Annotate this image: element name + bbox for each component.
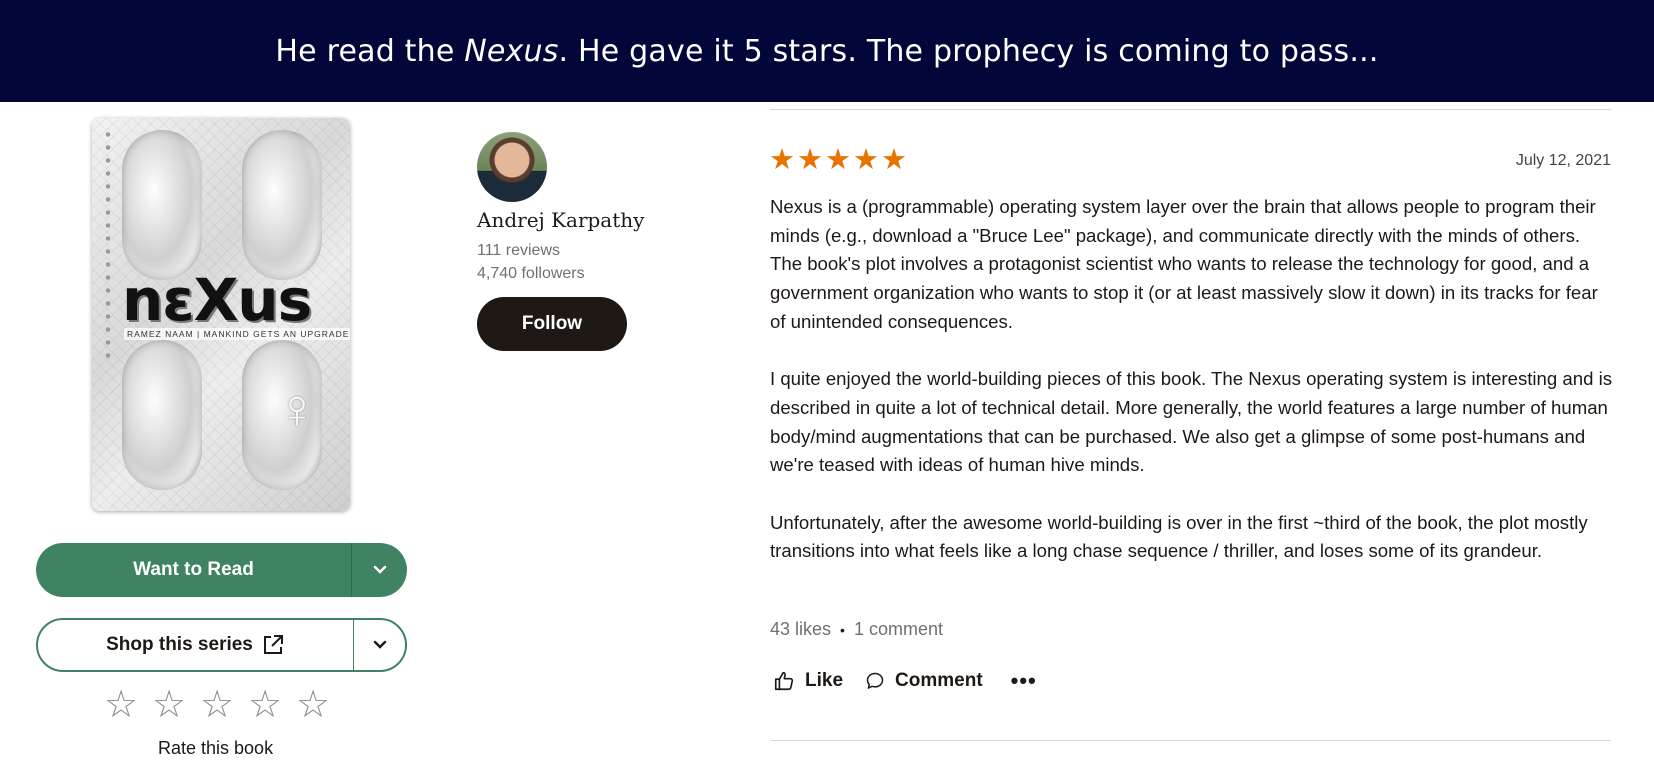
cover-dots	[104, 128, 112, 358]
human-figure-icon: ♀	[276, 377, 318, 440]
review-text: Nexus is a (programmable) operating syst…	[770, 193, 1615, 595]
rate-star-4[interactable]: ☆	[248, 686, 282, 724]
shop-series-label: Shop this series	[106, 634, 253, 655]
chevron-down-icon	[373, 565, 386, 574]
shop-dropdown-button[interactable]	[354, 620, 405, 670]
want-to-read-button[interactable]: Want to Read	[36, 543, 352, 597]
like-label: Like	[805, 670, 844, 691]
rate-this-book-label: Rate this book	[158, 738, 274, 758]
comments-count[interactable]: 1 comment	[854, 619, 943, 640]
rate-star-2[interactable]: ☆	[152, 686, 186, 724]
comment-button[interactable]: Comment	[865, 670, 983, 692]
star-icon: ★	[825, 144, 851, 176]
cover-capsule	[122, 130, 202, 280]
divider	[770, 740, 1611, 741]
promo-banner: He read the Nexus. He gave it 5 stars. T…	[0, 0, 1654, 102]
rate-star-5[interactable]: ☆	[296, 686, 330, 724]
book-cover[interactable]: nεXus RAMEZ NAAM | MANKIND GETS AN UPGRA…	[92, 118, 350, 511]
reviewer-name[interactable]: Andrej Karpathy	[477, 208, 644, 232]
more-options-icon[interactable]: •••	[1011, 668, 1037, 694]
cover-subtitle: RAMEZ NAAM | MANKIND GETS AN UPGRADE	[124, 328, 350, 340]
cover-capsule	[242, 130, 322, 280]
banner-book-title: Nexus	[464, 33, 559, 69]
external-link-icon	[263, 635, 283, 654]
want-to-read-group: Want to Read	[36, 543, 407, 597]
follow-button[interactable]: Follow	[477, 297, 627, 351]
review-actions: Like Comment •••	[773, 668, 1037, 694]
reviewer-review-count: 111 reviews	[477, 242, 560, 259]
shelf-dropdown-button[interactable]	[352, 543, 407, 597]
divider	[770, 109, 1611, 110]
separator-dot: •	[840, 621, 845, 638]
banner-text-end: . He gave it 5 stars. The prophecy is co…	[558, 33, 1379, 69]
banner-text-start: He read the	[275, 33, 465, 69]
review-rating: ★ ★ ★ ★ ★	[769, 144, 907, 176]
comment-bubble-icon	[866, 672, 884, 689]
rate-stars: ☆ ☆ ☆ ☆ ☆	[104, 686, 330, 724]
comment-label: Comment	[895, 670, 983, 691]
star-icon: ★	[881, 144, 907, 176]
cover-title: nεXus	[122, 266, 312, 334]
review-paragraph: Nexus is a (programmable) operating syst…	[770, 196, 1598, 332]
like-button[interactable]: Like	[773, 670, 843, 692]
banner-text: He read the Nexus. He gave it 5 stars. T…	[275, 34, 1378, 69]
thumbs-up-icon	[774, 671, 794, 691]
avatar[interactable]	[477, 132, 547, 202]
review-paragraph: Unfortunately, after the awesome world-b…	[770, 511, 1588, 562]
review-date[interactable]: July 12, 2021	[1516, 152, 1611, 170]
chevron-down-icon	[373, 640, 386, 649]
reviewer-follower-count: 4,740 followers	[477, 265, 585, 282]
rate-star-3[interactable]: ☆	[200, 686, 234, 724]
cover-capsule	[122, 340, 202, 490]
star-icon: ★	[769, 144, 795, 176]
rate-star-1[interactable]: ☆	[104, 686, 138, 724]
star-icon: ★	[797, 144, 823, 176]
review-paragraph: I quite enjoyed the world-building piece…	[770, 368, 1613, 476]
review-stats: 43 likes • 1 comment	[770, 619, 943, 640]
shop-series-button[interactable]: Shop this series	[38, 620, 354, 670]
star-icon: ★	[853, 144, 879, 176]
shop-series-group: Shop this series	[36, 618, 407, 672]
likes-count[interactable]: 43 likes	[770, 619, 831, 640]
